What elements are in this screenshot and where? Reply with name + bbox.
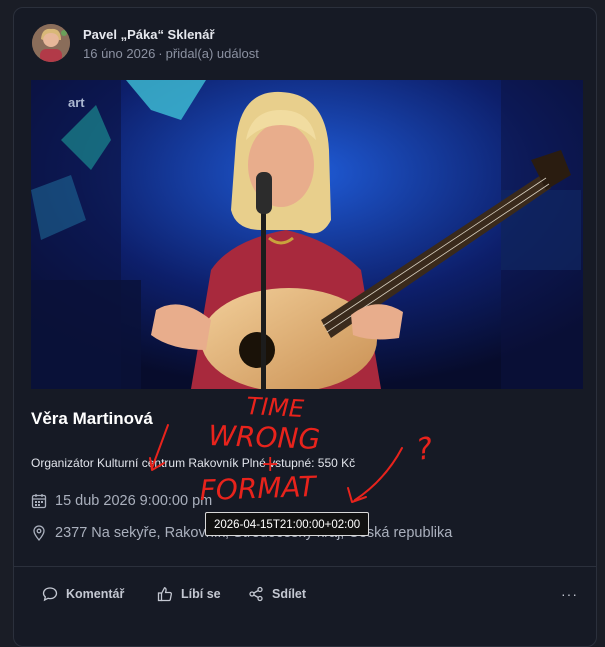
post-header: Pavel „Páka“ Sklenář 16 úno 2026 · přidal(… [32,24,532,64]
event-description: Organizátor Kulturní centrum Rakovník Pl… [31,456,356,470]
post-date[interactable]: 16 úno 2026 [83,46,155,61]
datetime-tooltip: 2026-04-15T21:00:00+02:00 [205,512,370,536]
author-name[interactable]: Pavel „Páka“ Sklenář [83,27,215,42]
share-icon [249,586,263,602]
thumbs-up-icon [157,587,172,602]
comment-button[interactable]: Komentář [42,586,124,602]
comment-label: Komentář [66,587,125,601]
calendar-icon [31,493,47,509]
map-pin-icon [31,525,47,542]
like-label: Líbí se [181,587,221,601]
like-button[interactable]: Líbí se [157,586,221,602]
post-action-text: přidal(a) událost [165,46,259,61]
more-options-button[interactable]: ··· [561,586,578,602]
avatar[interactable] [32,24,70,62]
comment-icon [42,587,58,602]
meta-separator: · [158,46,163,61]
event-datetime[interactable]: 15 dub 2026 9:00:00 pm [55,493,212,509]
event-cover-image[interactable]: art [31,80,583,389]
post-meta: 16 úno 2026 · přidal(a) událost [83,46,259,61]
event-title[interactable]: Věra Martinová [31,409,153,429]
card-divider [14,566,596,567]
post-actions-bar: Komentář Líbí se Sdílet ··· [14,586,596,612]
share-label: Sdílet [272,587,307,601]
event-post-card: Pavel „Páka“ Sklenář 16 úno 2026 · přidal(… [13,7,597,647]
event-datetime-row: 15 dub 2026 9:00:00 pm [31,493,212,509]
share-button[interactable]: Sdílet [248,586,306,602]
channel-logo: art [68,95,85,110]
